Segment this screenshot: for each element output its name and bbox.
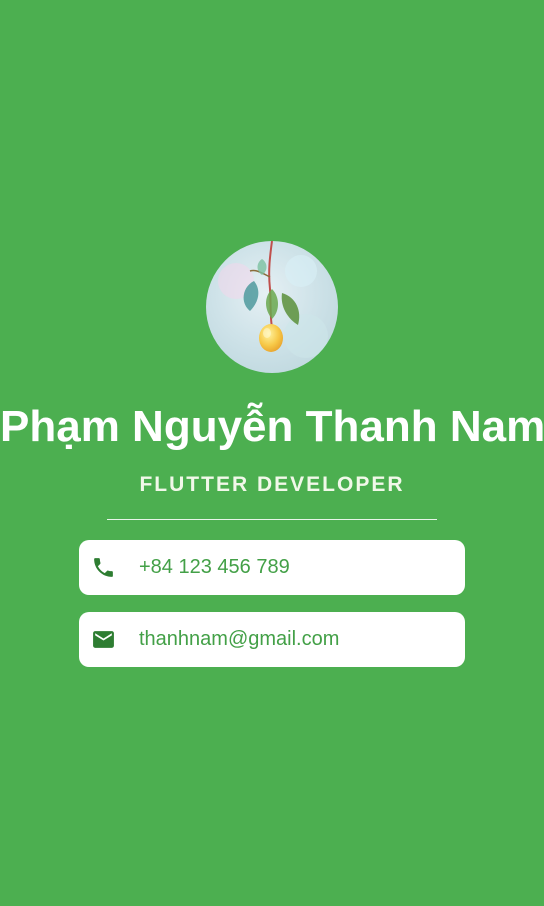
profile-title: FLUTTER DEVELOPER [139,473,405,496]
phone-card[interactable]: +84 123 456 789 [79,540,465,595]
profile-name: Phạm Nguyễn Thanh Nam [0,402,544,451]
business-card: Phạm Nguyễn Thanh Nam FLUTTER DEVELOPER … [0,0,544,906]
email-card[interactable]: thanhnam@gmail.com [79,612,465,667]
avatar-image [218,241,328,358]
email-icon [91,627,116,652]
email-address: thanhnam@gmail.com [139,628,340,650]
avatar [206,241,338,373]
divider [107,519,437,520]
phone-icon [91,555,116,580]
phone-number: +84 123 456 789 [139,556,290,578]
